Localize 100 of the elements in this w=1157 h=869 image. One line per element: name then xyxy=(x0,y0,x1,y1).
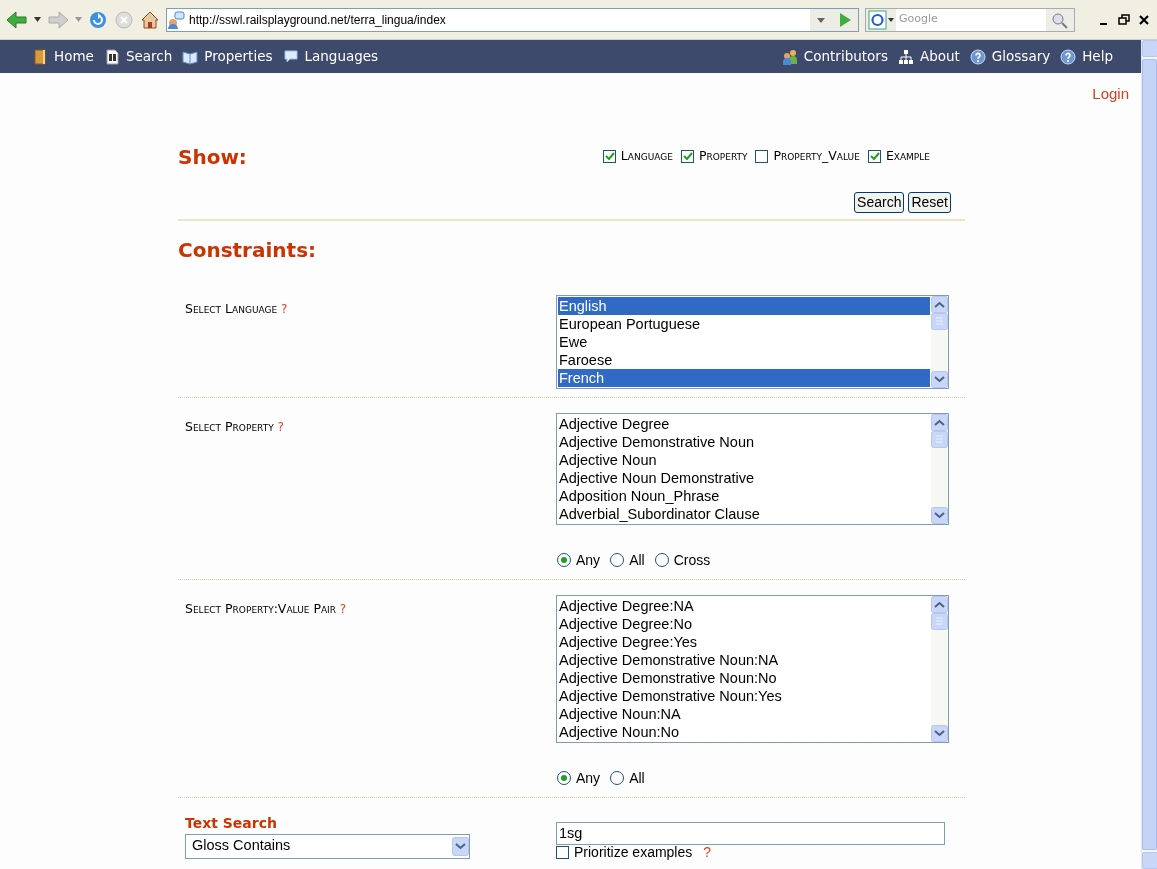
scroll-down-icon[interactable] xyxy=(931,506,948,524)
list-option[interactable]: Adjective Demonstrative Noun:Yes xyxy=(558,686,930,705)
form-button[interactable]: Reset xyxy=(908,191,951,213)
checkbox-label: Property_Value xyxy=(773,147,860,166)
radio-label: Cross xyxy=(673,550,711,570)
check-icon xyxy=(868,151,880,162)
radio-label: All xyxy=(629,550,645,570)
book-icon xyxy=(32,48,48,65)
radio-button[interactable] xyxy=(610,771,625,785)
list-option[interactable]: Ewe xyxy=(558,332,930,351)
field-label: Select Property xyxy=(185,418,274,434)
nav-link[interactable]: About xyxy=(897,46,960,67)
radio-button[interactable] xyxy=(610,553,625,567)
checkbox-label: Prioritize examples xyxy=(574,844,693,860)
site-icon xyxy=(167,10,185,29)
hierarchy-icon xyxy=(897,48,914,65)
list-option[interactable]: Adjective Degree:NA xyxy=(558,596,930,615)
scroll-down-icon[interactable] xyxy=(931,370,948,388)
open-book-icon xyxy=(182,48,199,65)
section-heading: Text Search xyxy=(185,813,278,833)
help-link[interactable]: ? xyxy=(339,601,347,616)
back-arrow-icon[interactable] xyxy=(6,10,28,29)
dropdown-icon[interactable] xyxy=(452,836,469,856)
checkbox[interactable] xyxy=(867,150,881,163)
help-icon xyxy=(1060,48,1077,65)
list-box[interactable]: English European Portuguese Ewe Faroese French xyxy=(556,294,949,389)
scroll-up-icon[interactable] xyxy=(931,413,948,431)
radio-button[interactable] xyxy=(557,553,571,567)
radio-label: All xyxy=(629,768,645,788)
help-icon xyxy=(969,48,986,65)
section-title: Constraints: xyxy=(178,236,318,264)
refresh-icon[interactable] xyxy=(88,9,108,30)
checkbox-label: Property xyxy=(698,147,748,166)
text-input[interactable]: 1sg xyxy=(556,821,945,845)
list-option[interactable]: Adjective Noun Demonstrative xyxy=(558,468,930,487)
check-icon xyxy=(603,151,615,162)
search-engine-icon[interactable] xyxy=(866,8,896,31)
nav-link[interactable]: Search xyxy=(103,46,173,67)
checkbox[interactable] xyxy=(755,150,769,163)
scroll-thumb-icon[interactable] xyxy=(931,430,948,448)
checkbox[interactable] xyxy=(680,150,694,163)
help-link[interactable]: ? xyxy=(703,844,712,860)
radio-button[interactable] xyxy=(557,771,571,785)
list-option[interactable]: Adjective Demonstrative Noun xyxy=(558,432,930,451)
scroll-up-icon[interactable] xyxy=(931,295,948,313)
radio-label: Any xyxy=(576,768,601,788)
nav-link[interactable]: Glossary xyxy=(969,46,1051,67)
list-option[interactable]: European Portuguese xyxy=(558,314,930,333)
field-label: Select Property:Value Pair xyxy=(185,600,336,616)
checkbox[interactable] xyxy=(602,150,616,163)
scroll-up-icon[interactable] xyxy=(931,595,948,613)
address-bar[interactable]: http://sswl.railsplayground.net/terra_lingua/index xyxy=(166,7,859,32)
close-icon[interactable] xyxy=(1137,12,1151,27)
radio-button[interactable] xyxy=(654,553,669,567)
nav-link[interactable]: Contributors xyxy=(781,46,888,67)
list-option[interactable]: French xyxy=(558,368,930,387)
list-option[interactable]: Adjective Degree:No xyxy=(558,614,930,633)
dropdown-icon[interactable] xyxy=(810,8,832,31)
check-icon xyxy=(681,151,693,162)
scroll-thumb-icon[interactable] xyxy=(931,312,948,330)
nav-link[interactable]: Home xyxy=(32,46,94,67)
list-box[interactable]: Adjective Degree:NA Adjective Degree:No Adjective Degree:Yes Adjective Demonstrative Noun:NA Adjective Demonstrative Noun:No Adjective Demonstrative Noun:Yes Adjective Noun:NA Adjective Noun:No xyxy=(556,594,949,743)
checkbox[interactable] xyxy=(556,845,569,859)
people-icon xyxy=(781,48,798,65)
radio-label: Any xyxy=(576,550,601,570)
list-box[interactable]: Adjective Degree Adjective Demonstrative Noun Adjective Noun Adjective Noun Demonstrative Adposition Noun_Phrase Adverbial_Subordinator Clause xyxy=(556,412,949,525)
url-text: http://sswl.railsplayground.net/terra_lingua/index xyxy=(188,11,447,29)
select-value: Gloss Contains xyxy=(191,836,292,856)
nav-link[interactable]: Properties xyxy=(182,46,273,67)
login-link[interactable]: Login xyxy=(1092,83,1129,106)
list-option[interactable]: Adjective Demonstrative Noun:NA xyxy=(558,650,930,669)
dropdown-select[interactable]: Gloss Contains xyxy=(185,833,470,859)
nav-link[interactable]: Languages xyxy=(282,46,379,67)
checkbox-label: Example xyxy=(885,147,930,166)
caret-icon[interactable] xyxy=(34,17,41,22)
list-option[interactable]: English xyxy=(558,296,930,315)
list-option[interactable]: Faroese xyxy=(558,350,930,369)
home-icon[interactable] xyxy=(140,9,160,30)
list-option[interactable]: Adjective Noun:No xyxy=(558,722,930,741)
form-button[interactable]: Search xyxy=(854,191,905,213)
restore-icon[interactable] xyxy=(1117,12,1131,27)
list-option[interactable]: Adverbial_Subordinator Clause xyxy=(558,504,930,523)
list-option[interactable]: Adjective Noun xyxy=(558,450,930,469)
list-option[interactable]: Adjective Noun:NA xyxy=(558,704,930,723)
checkbox-label: Language xyxy=(620,147,673,166)
field-label: Select Language xyxy=(185,300,278,316)
list-option[interactable]: Adposition Noun_Phrase xyxy=(558,486,930,505)
section-title: Show: xyxy=(178,143,247,171)
list-option[interactable]: Adjective Demonstrative Noun:No xyxy=(558,668,930,687)
scroll-down-icon[interactable] xyxy=(931,724,948,742)
search-icon[interactable] xyxy=(1046,8,1074,31)
scroll-thumb-icon[interactable] xyxy=(931,612,948,630)
search-placeholder: Google xyxy=(898,11,939,28)
list-option[interactable]: Adjective Degree xyxy=(558,414,930,433)
nav-link[interactable]: Help xyxy=(1060,46,1113,67)
help-link[interactable]: ? xyxy=(277,419,284,434)
scrollbar[interactable] xyxy=(1141,40,1157,869)
help-link[interactable]: ? xyxy=(281,301,288,316)
list-option[interactable]: Adjective Degree:Yes xyxy=(558,632,930,651)
speech-bubble-icon xyxy=(282,48,299,65)
